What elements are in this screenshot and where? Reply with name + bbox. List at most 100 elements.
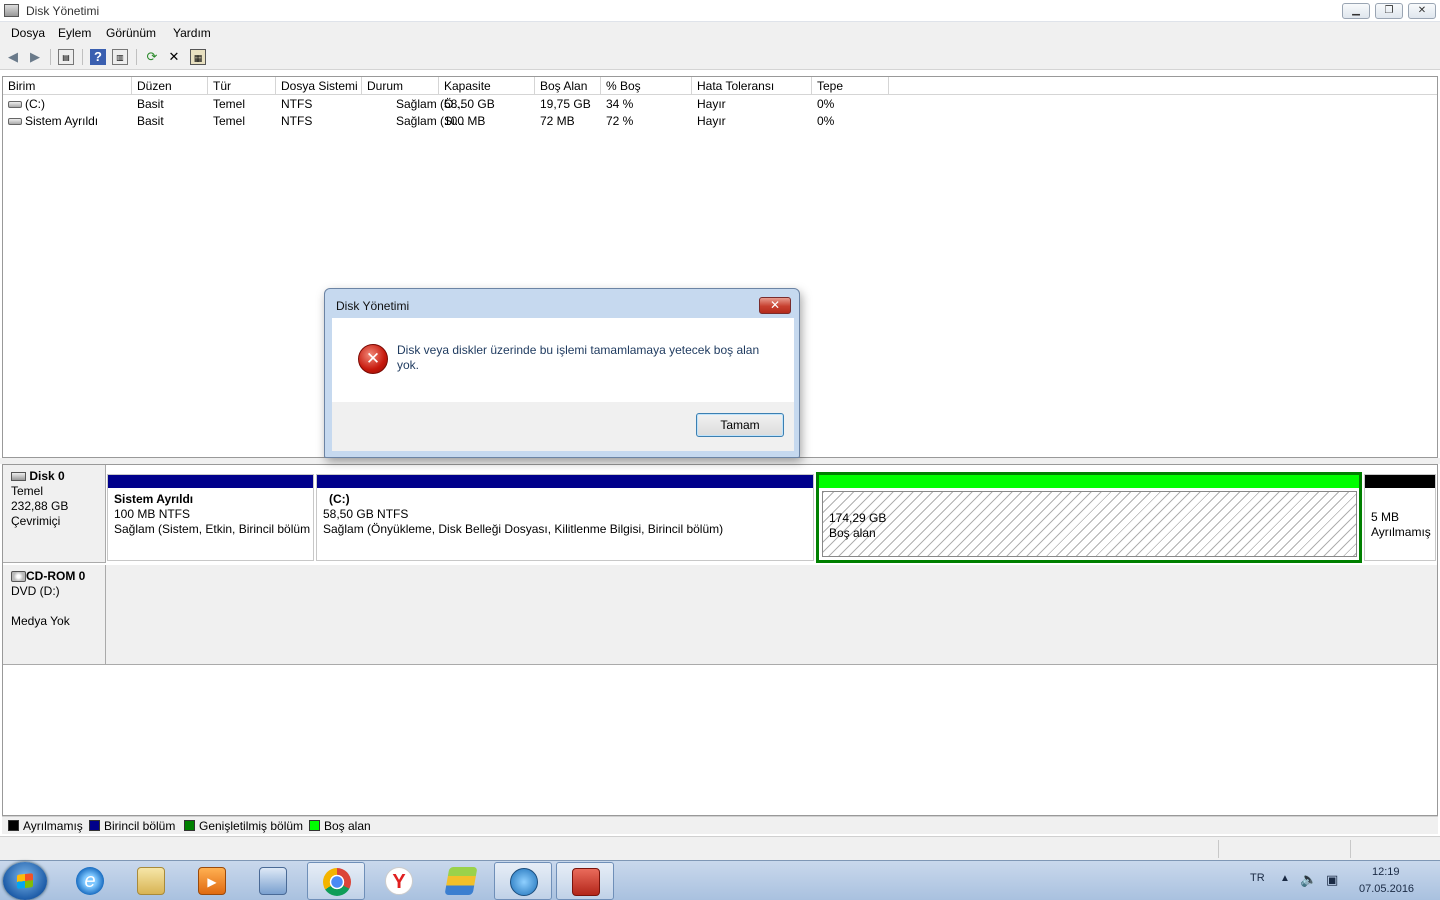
column-header-kapasite[interactable]: Kapasite — [439, 77, 535, 95]
cell-yuzde-bos: 72 % — [606, 114, 634, 128]
start-button[interactable] — [3, 862, 47, 900]
drive-icon — [8, 101, 22, 109]
cdrom-0-area[interactable] — [106, 565, 1437, 665]
show-hidden-icons[interactable]: ▲ — [1280, 873, 1290, 884]
maximize-button[interactable]: ❐ — [1375, 3, 1403, 19]
disk-type: DVD (D:) — [11, 584, 60, 598]
toolbox-icon[interactable] — [556, 862, 614, 900]
bluestacks-icon[interactable] — [432, 862, 490, 900]
chrome-icon[interactable] — [307, 862, 365, 900]
legend-label: Genişletilmiş bölüm — [199, 819, 304, 833]
partition-free-space[interactable]: 174,29 GB Boş alan — [816, 472, 1362, 563]
disk-name: Disk 0 — [29, 469, 65, 483]
volume-icon[interactable]: 🔈 — [1300, 871, 1317, 888]
column-header-yuzde-bos[interactable]: % Boş — [601, 77, 692, 95]
file-explorer-icon[interactable] — [122, 862, 180, 900]
close-button[interactable]: ✕ — [1408, 3, 1436, 19]
cell-dosya-sistemi: NTFS — [281, 114, 313, 128]
error-dialog: Disk Yönetimi ✕ ✕ Disk veya diskler üzer… — [324, 288, 800, 458]
column-header-durum[interactable]: Durum — [362, 77, 439, 95]
table-row[interactable]: (C:) Basit Temel NTFS Sağlam (Ö... 58,50… — [3, 96, 1437, 113]
disk-0-label[interactable]: Disk 0 Temel 232,88 GB Çevrimiçi — [3, 465, 106, 563]
cell-duzen: Basit — [137, 97, 164, 111]
minimize-button[interactable]: ▁ — [1342, 3, 1370, 19]
menu-yardim[interactable]: Yardım — [173, 26, 211, 40]
ie-glyph: e — [76, 867, 104, 895]
partition-size: 58,50 GB NTFS — [323, 507, 409, 521]
partition-title: (C:) — [329, 492, 350, 506]
help-icon[interactable]: ? — [90, 49, 106, 65]
network-tray-icon[interactable]: ▣ — [1326, 872, 1338, 888]
folder-glyph — [137, 867, 165, 895]
rescan-icon[interactable]: ▦ — [190, 49, 206, 65]
dialog-content: ✕ Disk veya diskler üzerinde bu işlemi t… — [332, 318, 794, 402]
drive-icon — [8, 118, 22, 126]
column-header-tepe[interactable]: Tepe — [812, 77, 889, 95]
partition-c-drive[interactable]: (C:) 58,50 GB NTFS Sağlam (Önyükleme, Di… — [316, 474, 814, 561]
properties-icon[interactable]: ▥ — [112, 49, 128, 65]
clock-time[interactable]: 12:19 — [1372, 866, 1400, 878]
taskbar: e ▶ Y TR ▲ 🔈 ▣ 12:19 07.05.2016 — [0, 860, 1440, 900]
error-icon: ✕ — [358, 344, 388, 374]
ok-button[interactable]: Tamam — [696, 413, 784, 437]
dialog-close-button[interactable]: ✕ — [759, 297, 791, 314]
legend-label: Birincil bölüm — [104, 819, 176, 833]
delete-icon[interactable]: ✕ — [166, 49, 182, 65]
menu-gorunum[interactable]: Görünüm — [106, 26, 156, 40]
disk-map: Disk 0 Temel 232,88 GB Çevrimiçi Sistem … — [2, 464, 1438, 816]
table-row[interactable]: Sistem Ayrıldı Basit Temel NTFS Sağlam (… — [3, 113, 1437, 130]
yandex-icon[interactable]: Y — [370, 862, 428, 900]
cdrom-0-label[interactable]: CD-ROM 0 DVD (D:) Medya Yok — [3, 565, 106, 665]
column-header-bos-alan[interactable]: Boş Alan — [535, 77, 601, 95]
cell-duzen: Basit — [137, 114, 164, 128]
play-glyph: ▶ — [198, 867, 226, 895]
menu-bar: Dosya Eylem Görünüm Yardım — [0, 22, 1440, 44]
column-header-hata-toleransi[interactable]: Hata Toleransı — [692, 77, 812, 95]
cell-kapasite: 58,50 GB — [444, 97, 495, 111]
partition-system-reserved[interactable]: Sistem Ayrıldı 100 MB NTFS Sağlam (Siste… — [107, 474, 314, 561]
language-indicator[interactable]: TR — [1250, 872, 1265, 884]
toolbox-glyph — [572, 868, 600, 896]
network-icon[interactable] — [494, 862, 552, 900]
title-bar: Disk Yönetimi ▁ ❐ ✕ — [0, 0, 1440, 22]
control-panel-glyph — [259, 867, 287, 895]
partition-size: 100 MB NTFS — [114, 507, 191, 521]
media-player-icon[interactable]: ▶ — [183, 862, 241, 900]
forward-arrow-icon[interactable]: ▶ — [27, 49, 43, 65]
dialog-footer: Tamam — [332, 402, 794, 451]
clock-date[interactable]: 07.05.2016 — [1359, 883, 1414, 895]
control-panel-icon[interactable] — [244, 862, 302, 900]
column-header-tur[interactable]: Tür — [208, 77, 276, 95]
internet-explorer-icon[interactable]: e — [61, 862, 119, 900]
cell-text: Sistem Ayrıldı — [25, 114, 99, 128]
back-arrow-icon[interactable]: ◀ — [5, 49, 21, 65]
partition-size: 5 MB — [1371, 510, 1400, 524]
partition-size: 174,29 GB — [829, 511, 887, 525]
yandex-glyph: Y — [385, 867, 413, 895]
menu-dosya[interactable]: Dosya — [11, 26, 45, 40]
column-header-duzen[interactable]: Düzen — [132, 77, 208, 95]
legend-label: Boş alan — [324, 819, 371, 833]
legend-swatch — [89, 820, 100, 831]
partition-status: Sağlam (Önyükleme, Disk Belleği Dosyası,… — [323, 522, 724, 536]
status-separator — [1218, 840, 1219, 858]
menu-eylem[interactable]: Eylem — [58, 26, 91, 40]
volume-list-header: Birim Düzen Tür Dosya Sistemi Durum Kapa… — [3, 77, 1437, 95]
cell-kapasite: 100 MB — [444, 114, 486, 128]
partition-unallocated[interactable]: 5 MB Ayrılmamış — [1364, 474, 1436, 561]
legend-swatch — [184, 820, 195, 831]
column-header-birim[interactable]: Birim — [3, 77, 132, 95]
cell-tepe: 0% — [817, 114, 835, 128]
chrome-glyph — [323, 868, 351, 896]
disk-icon — [11, 472, 26, 482]
disk-status: Medya Yok — [11, 614, 70, 628]
column-header-dosya-sistemi[interactable]: Dosya Sistemi — [276, 77, 362, 95]
console-tree-icon[interactable]: ▤ — [58, 49, 74, 65]
cell-yuzde-bos: 34 % — [606, 97, 634, 111]
disk-status: Çevrimiçi — [11, 514, 61, 528]
partition-bar — [1365, 475, 1435, 488]
cell-bos-alan: 72 MB — [540, 114, 575, 128]
dialog-message: Disk veya diskler üzerinde bu işlemi tam… — [397, 343, 760, 372]
refresh-icon[interactable]: ⟳ — [144, 49, 160, 65]
